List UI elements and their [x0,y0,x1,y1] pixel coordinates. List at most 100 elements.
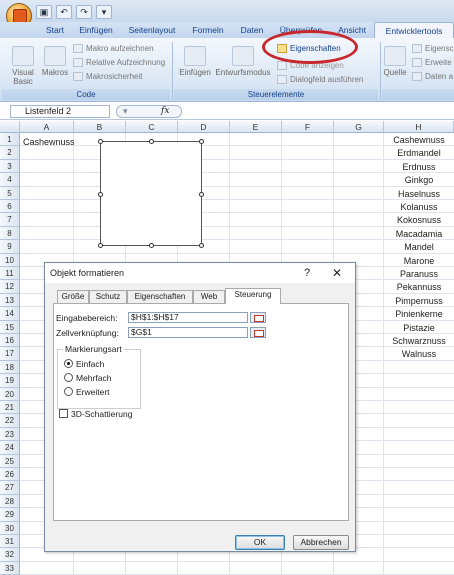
cell-h11[interactable]: Paranuss [384,269,454,279]
row-header-22[interactable]: 22 [0,414,20,428]
tab-entwicklertools[interactable]: Entwicklertools [374,22,454,38]
listbox-control[interactable] [98,139,204,248]
tab-steuerung[interactable]: Steuerung [225,288,281,304]
cell-h16[interactable]: Schwarznuss [384,336,454,346]
range-select-icon[interactable] [250,327,266,338]
column-header-b[interactable]: B [74,121,126,133]
close-icon[interactable]: ✕ [325,265,349,281]
save-icon[interactable]: ▣ [36,5,52,19]
cell-h15[interactable]: Pistazie [384,323,454,333]
makro-aufzeichnen-button[interactable]: Makro aufzeichnen [73,43,154,55]
row-header-2[interactable]: 2 [0,146,20,160]
redo-icon[interactable]: ↷ [76,5,92,19]
name-box[interactable]: Listenfeld 2 [10,105,110,118]
row-header-8[interactable]: 8 [0,226,20,241]
row-header-12[interactable]: 12 [0,280,20,294]
radio-einfach-label[interactable]: Einfach [76,359,104,369]
column-header-c[interactable]: C [126,121,178,133]
row-header-21[interactable]: 21 [0,401,20,415]
tab-eigenschaften[interactable]: Eigenschaften [127,290,193,303]
resize-handle[interactable] [98,192,103,197]
tab-einfuegen[interactable]: Einfügen [72,22,120,38]
xml-eigenschaften-button[interactable]: Eigensc [412,43,453,55]
row-header-28[interactable]: 28 [0,494,20,509]
makros-button[interactable]: Makros [40,46,70,77]
tab-seitenlayout[interactable]: Seitenlayout [120,22,184,38]
cell-h1[interactable]: Cashewnuss [384,135,454,145]
row-header-27[interactable]: 27 [0,481,20,495]
row-header-3[interactable]: 3 [0,159,20,174]
tab-groesse[interactable]: Größe [57,290,89,303]
cell-h3[interactable]: Erdnuss [384,162,454,172]
cell-h14[interactable]: Pinienkerne [384,309,454,319]
radio-mehrfach[interactable] [64,373,73,382]
fx-icon[interactable]: fx [161,106,169,117]
help-icon[interactable]: ? [299,265,315,281]
row-header-31[interactable]: 31 [0,535,20,549]
row-header-20[interactable]: 20 [0,387,20,401]
cell-h7[interactable]: Kokosnuss [384,215,454,225]
resize-handle[interactable] [149,139,154,144]
row-header-6[interactable]: 6 [0,200,20,214]
schattierung-label[interactable]: 3D-Schattierung [71,409,132,419]
row-header-5[interactable]: 5 [0,186,20,200]
resize-handle[interactable] [149,243,154,248]
row-header-24[interactable]: 24 [0,441,20,455]
cell-h10[interactable]: Marone [384,256,454,266]
schattierung-checkbox[interactable] [59,409,68,418]
row-header-7[interactable]: 7 [0,213,20,227]
resize-handle[interactable] [199,243,204,248]
resize-handle[interactable] [199,139,204,144]
ok-button[interactable]: OK [235,535,285,550]
row-header-26[interactable]: 26 [0,468,20,482]
customize-quick-access-button[interactable]: ▾ [96,5,112,19]
radio-erweitert-label[interactable]: Erweitert [76,387,110,397]
row-header-4[interactable]: 4 [0,173,20,187]
cell-h2[interactable]: Erdmandel [384,148,454,158]
radio-mehrfach-label[interactable]: Mehrfach [76,373,111,383]
cell-h5[interactable]: Haselnuss [384,189,454,199]
row-header-32[interactable]: 32 [0,548,20,562]
eingabebereich-input[interactable]: $H$1:$H$17 [128,312,248,323]
row-header-9[interactable]: 9 [0,240,20,254]
tab-formeln[interactable]: Formeln [184,22,232,38]
tab-daten[interactable]: Daten [232,22,272,38]
select-all-corner[interactable] [0,121,20,133]
column-header-a[interactable]: A [20,121,74,133]
tab-start[interactable]: Start [38,22,72,38]
row-header-25[interactable]: 25 [0,454,20,468]
resize-handle[interactable] [98,139,103,144]
column-header-h[interactable]: H [384,121,454,133]
tab-schutz[interactable]: Schutz [89,290,127,303]
chevron-down-icon[interactable]: ▾ [123,106,128,117]
steuerelement-einfuegen-button[interactable]: Einfügen [178,46,212,77]
xml-erweiterungspakete-button[interactable]: Erweite [412,57,452,69]
row-header-16[interactable]: 16 [0,334,20,348]
row-header-29[interactable]: 29 [0,508,20,522]
dialogfeld-ausfuehren-button[interactable]: Dialogfeld ausführen [277,74,363,86]
radio-einfach[interactable] [64,359,73,368]
cell-g1-linked-value[interactable]: Cashewnuss [23,137,75,147]
row-header-33[interactable]: 33 [0,561,20,575]
row-header-14[interactable]: 14 [0,307,20,321]
row-header-18[interactable]: 18 [0,360,20,375]
resize-handle[interactable] [199,192,204,197]
column-header-d[interactable]: D [178,121,230,133]
row-header-1[interactable]: 1 [0,133,20,147]
visual-basic-button[interactable]: Visual Basic [8,46,38,86]
tab-web[interactable]: Web [193,290,225,303]
row-header-30[interactable]: 30 [0,521,20,535]
zellverknuepfung-input[interactable]: $G$1 [128,327,248,338]
abbrechen-button[interactable]: Abbrechen [293,535,349,550]
row-header-17[interactable]: 17 [0,347,20,361]
xml-daten-button[interactable]: Daten a [412,71,453,83]
cell-h13[interactable]: Pimpernuss [384,296,454,306]
row-header-19[interactable]: 19 [0,374,20,388]
row-header-10[interactable]: 10 [0,253,20,267]
cell-h4[interactable]: Ginkgo [384,175,454,185]
column-header-f[interactable]: F [282,121,334,133]
cell-h8[interactable]: Macadamia [384,229,454,239]
row-header-13[interactable]: 13 [0,293,20,308]
makrosicherheit-button[interactable]: Makrosicherheit [73,71,142,83]
relative-aufzeichnung-button[interactable]: Relative Aufzeichnung [73,57,165,69]
